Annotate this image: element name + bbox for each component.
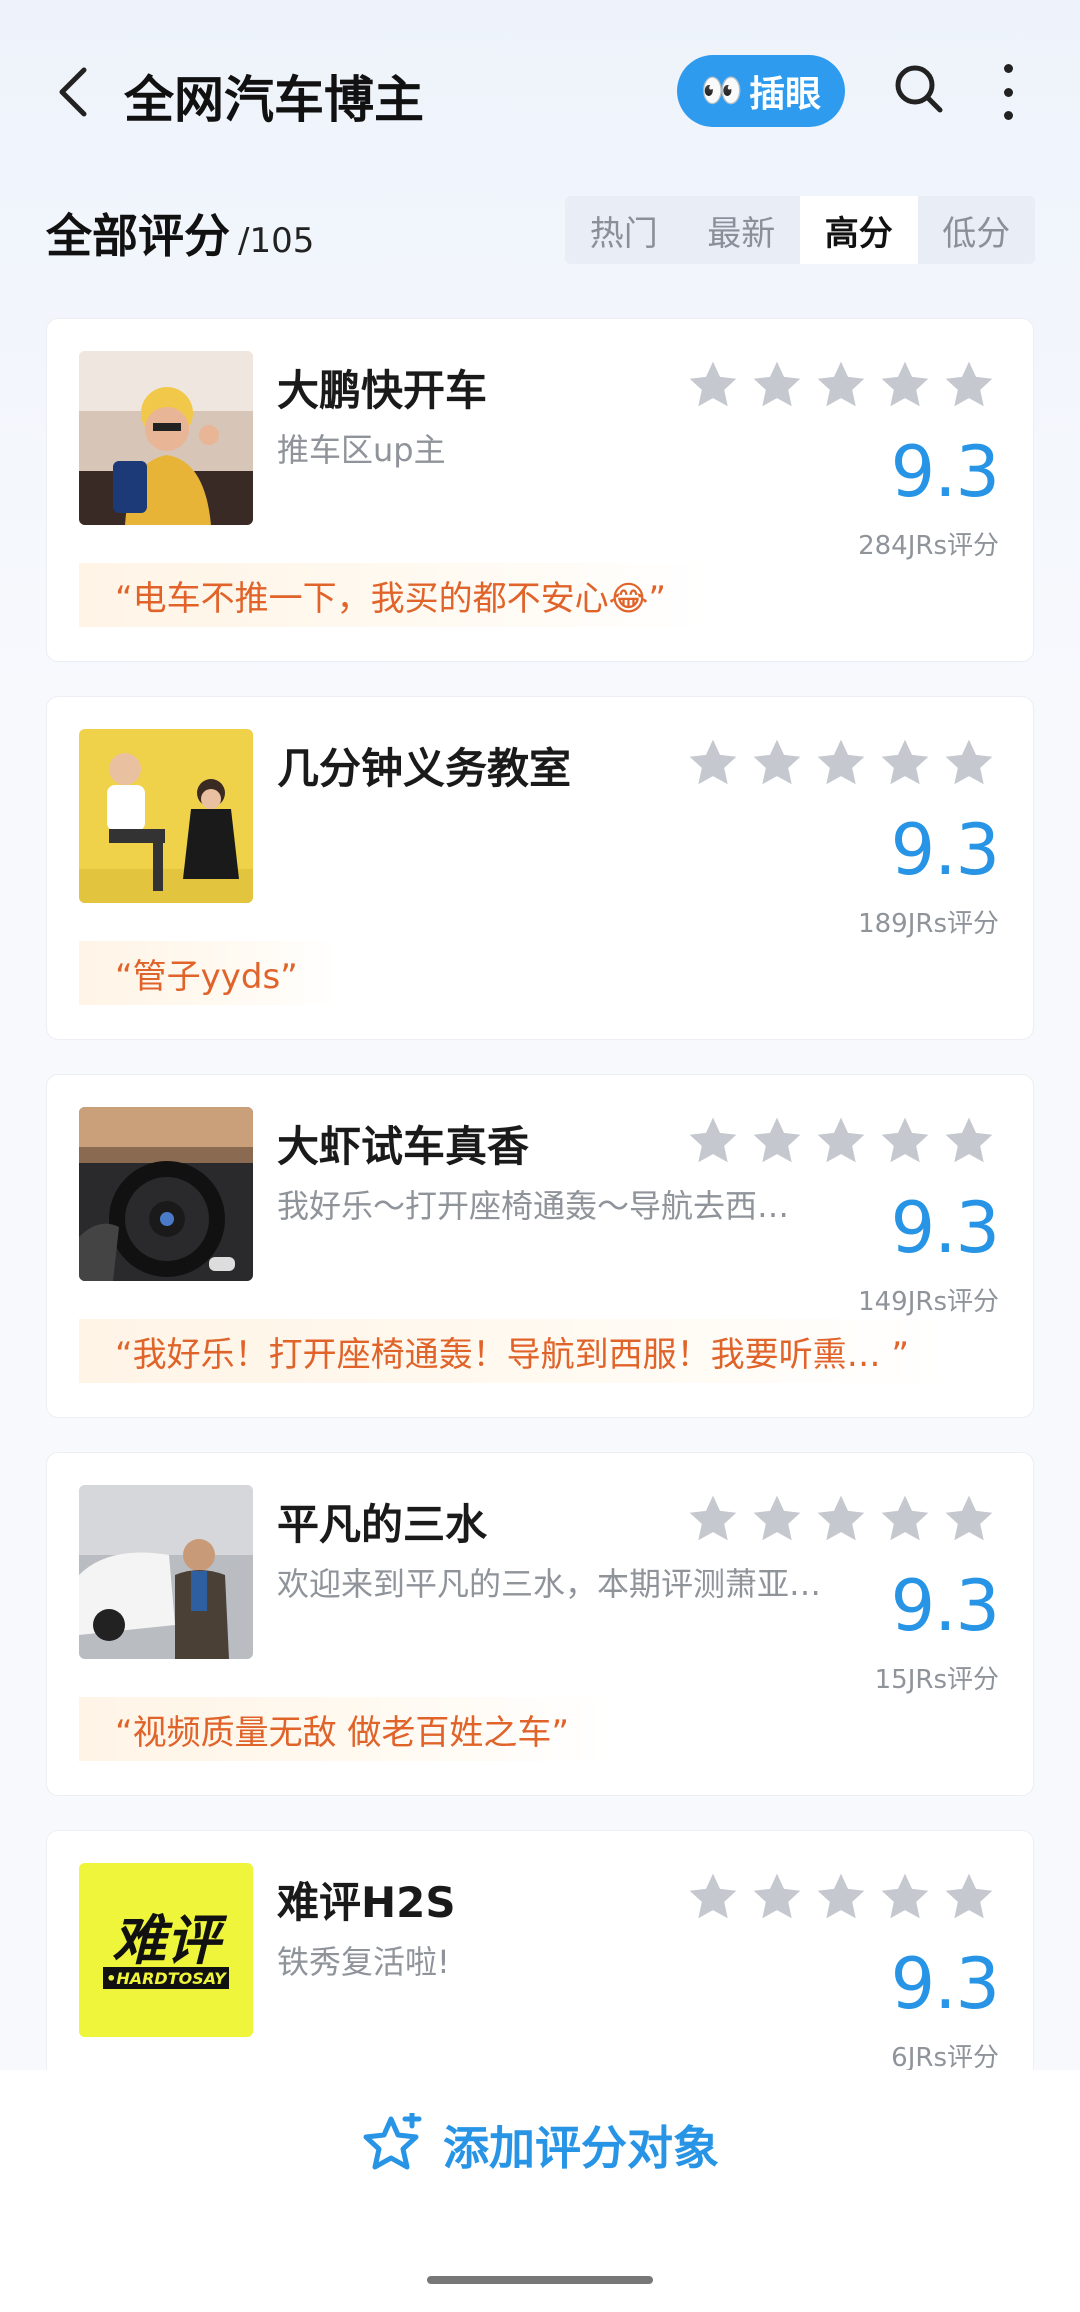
avatar — [79, 729, 253, 903]
add-rating-target-label: 添加评分对象 — [443, 2121, 719, 2175]
avatar — [79, 1107, 253, 1281]
star-rating[interactable] — [685, 1869, 997, 1925]
blogger-subtitle: 欢迎来到平凡的三水，本期评测萧亚… — [277, 1565, 822, 1603]
star-icon — [817, 361, 865, 407]
chayan-button[interactable]: 👀 插眼 — [677, 55, 845, 127]
score: 9.3 — [890, 1943, 1000, 2025]
star-icon — [817, 1117, 865, 1163]
rating-count: 6JRs评分 — [891, 2043, 999, 2073]
star-icon — [689, 1873, 737, 1919]
avatar — [79, 1485, 253, 1659]
score: 9.3 — [890, 1565, 1000, 1647]
star-icon — [881, 1117, 929, 1163]
blogger-subtitle: 我好乐～打开座椅通轰～导航去西… — [277, 1187, 790, 1225]
star-icon — [881, 1873, 929, 1919]
star-icon — [945, 1495, 993, 1541]
star-icon — [817, 1495, 865, 1541]
sort-tabs: 热门 最新 高分 低分 — [565, 196, 1035, 264]
star-icon — [881, 361, 929, 407]
blogger-name: 几分钟义务教室 — [277, 744, 572, 793]
more-button[interactable] — [990, 60, 1026, 124]
star-rating[interactable] — [685, 1113, 997, 1169]
blogger-name: 难评H2S — [277, 1878, 456, 1927]
back-button[interactable] — [48, 62, 98, 122]
more-vertical-icon — [1003, 64, 1013, 73]
score: 9.3 — [890, 1187, 1000, 1269]
star-rating[interactable] — [685, 357, 997, 413]
top-comment[interactable]: “我好乐！打开座椅通轰！导航到西服！我要听熏… ” — [79, 1319, 950, 1383]
add-rating-target-button[interactable]: 添加评分对象 — [0, 2070, 1080, 2220]
list-item[interactable]: 几分钟义务教室 9.3 189JRs评分 “管子yyds” — [46, 696, 1034, 1040]
star-icon — [817, 1873, 865, 1919]
star-icon — [881, 739, 929, 785]
search-button[interactable] — [890, 60, 950, 120]
eyes-icon: 👀 — [700, 71, 743, 111]
chevron-left-icon — [59, 67, 87, 117]
star-icon — [689, 361, 737, 407]
section-title: 全部评分 — [46, 209, 230, 263]
star-icon — [689, 739, 737, 785]
star-icon — [689, 1495, 737, 1541]
list-item[interactable]: 平凡的三水 欢迎来到平凡的三水，本期评测萧亚… 9.3 15JRs评分 “视频质… — [46, 1452, 1034, 1796]
star-plus-icon — [363, 2113, 422, 2170]
rating-count: 189JRs评分 — [858, 909, 999, 939]
star-rating[interactable] — [685, 735, 997, 791]
star-icon — [753, 361, 801, 407]
star-icon — [945, 1873, 993, 1919]
rating-count: 284JRs评分 — [858, 531, 999, 561]
avatar — [79, 351, 253, 525]
star-icon — [817, 739, 865, 785]
avatar: 难评 •HARDTOSAY — [79, 1863, 253, 2037]
blogger-subtitle: 推车区up主 — [277, 431, 446, 469]
tab-hot[interactable]: 热门 — [565, 196, 683, 264]
score: 9.3 — [890, 809, 1000, 891]
section-header: 全部评分 /105 — [46, 200, 314, 266]
top-comment[interactable]: “视频质量无敌 做老百姓之车” — [79, 1697, 610, 1761]
section-count: /105 — [238, 221, 315, 261]
tab-high-score[interactable]: 高分 — [800, 196, 918, 264]
star-icon — [945, 361, 993, 407]
star-icon — [753, 739, 801, 785]
star-icon — [945, 1117, 993, 1163]
star-icon — [753, 1873, 801, 1919]
star-icon — [945, 739, 993, 785]
svg-text:•HARDTOSAY: •HARDTOSAY — [106, 1969, 227, 1988]
blogger-subtitle: 铁秀复活啦! — [277, 1943, 450, 1981]
page-title: 全网汽车博主 — [124, 71, 424, 129]
home-indicator[interactable] — [427, 2276, 653, 2284]
top-comment[interactable]: “电车不推一下，我买的都不安心😂” — [79, 563, 706, 627]
rating-count: 15JRs评分 — [874, 1665, 999, 1695]
rating-count: 149JRs评分 — [858, 1287, 999, 1317]
star-rating[interactable] — [685, 1491, 997, 1547]
star-icon — [753, 1117, 801, 1163]
svg-text:难评: 难评 — [112, 1909, 228, 1972]
blogger-name: 大虾试车真香 — [277, 1122, 530, 1171]
blogger-name: 大鹏快开车 — [277, 366, 488, 415]
star-icon — [689, 1117, 737, 1163]
chayan-label: 插眼 — [749, 74, 822, 115]
blogger-name: 平凡的三水 — [277, 1500, 488, 1549]
list-item[interactable]: 大虾试车真香 我好乐～打开座椅通轰～导航去西… 9.3 149JRs评分 “我好… — [46, 1074, 1034, 1418]
tab-latest[interactable]: 最新 — [683, 196, 801, 264]
top-comment[interactable]: “管子yyds” — [79, 941, 338, 1005]
top-bar: 全网汽车博主 👀 插眼 — [0, 0, 1080, 180]
score: 9.3 — [890, 431, 1000, 513]
star-icon — [881, 1495, 929, 1541]
list-item[interactable]: 大鹏快开车 推车区up主 9.3 284JRs评分 “电车不推一下，我买的都不安… — [46, 318, 1034, 662]
search-icon — [895, 65, 943, 113]
bottom-action-bar: 添加评分对象 — [0, 2070, 1080, 2312]
tab-low-score[interactable]: 低分 — [918, 196, 1036, 264]
star-icon — [753, 1495, 801, 1541]
